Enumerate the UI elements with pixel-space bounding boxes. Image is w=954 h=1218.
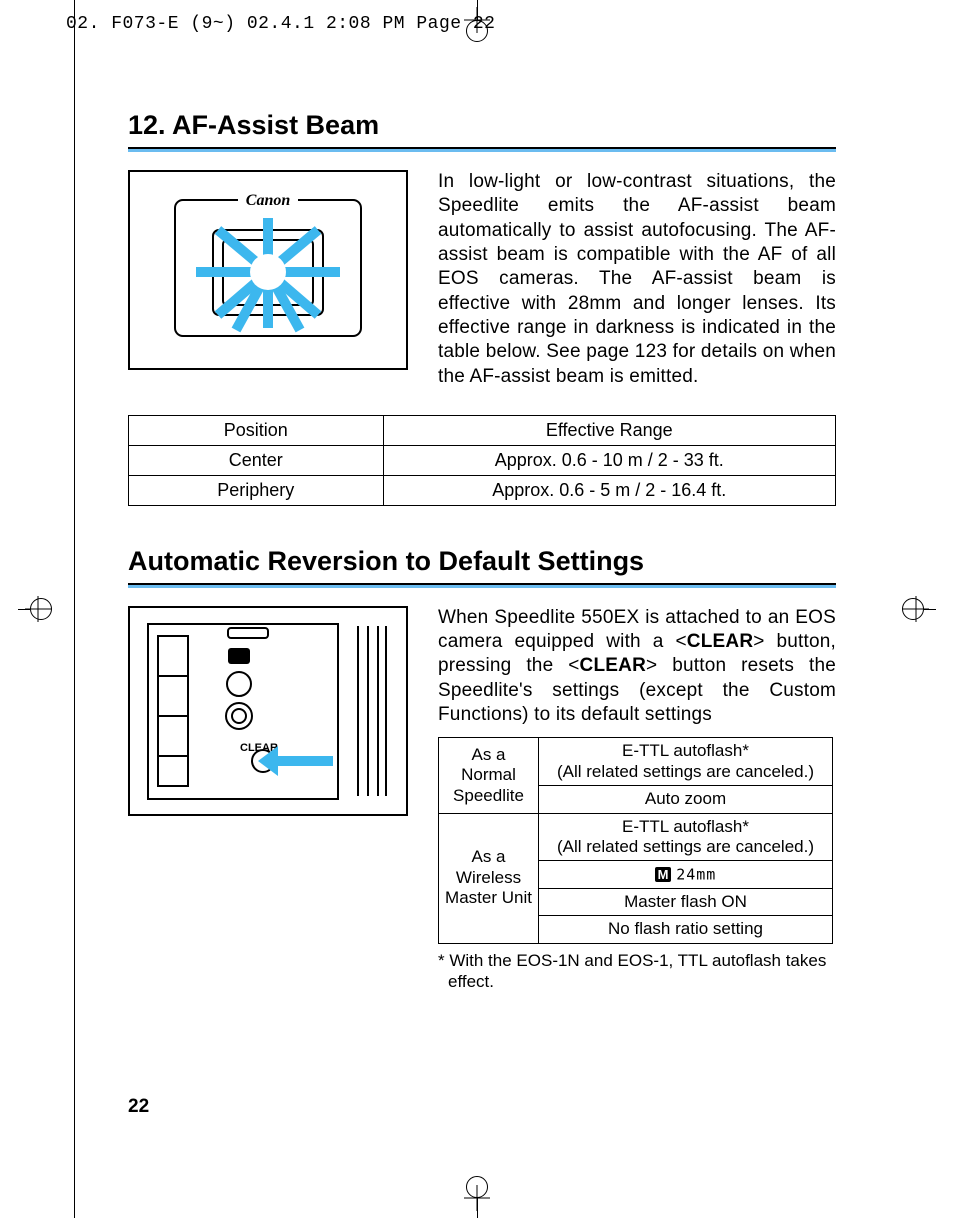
page-content: 12. AF-Assist Beam Canon bbox=[128, 110, 836, 992]
ettl-text: E-TTL autoflash* bbox=[622, 741, 749, 760]
table-row: As a Wireless Master Unit E-TTL autoflas… bbox=[439, 813, 833, 861]
crop-mark-left bbox=[18, 589, 58, 629]
cell-wireless-master: As a Wireless Master Unit bbox=[439, 813, 539, 943]
ettl-sub: (All related settings are canceled.) bbox=[557, 762, 814, 781]
section2: Automatic Reversion to Default Settings bbox=[128, 546, 836, 992]
section2-right: When Speedlite 550EX is attached to an E… bbox=[438, 606, 836, 992]
heading-rule bbox=[128, 147, 836, 152]
zoom-24mm-text: 24mm bbox=[676, 866, 716, 884]
illustration-clear-button: CLEAR bbox=[128, 606, 408, 816]
section2-body: When Speedlite 550EX is attached to an E… bbox=[438, 606, 836, 728]
canon-logo-text: Canon bbox=[246, 192, 291, 209]
af-assist-beam-diagram-icon: Canon bbox=[128, 170, 408, 370]
cell-position-periphery: Periphery bbox=[129, 475, 384, 505]
table-row: As a Normal Speedlite E-TTL autoflash* (… bbox=[439, 738, 833, 786]
cell-range-center: Approx. 0.6 - 10 m / 2 - 33 ft. bbox=[383, 445, 835, 475]
clear-text: CLEAR bbox=[687, 631, 753, 652]
default-settings-table: As a Normal Speedlite E-TTL autoflash* (… bbox=[438, 737, 833, 943]
table-row: Periphery Approx. 0.6 - 5 m / 2 - 16.4 f… bbox=[129, 475, 836, 505]
cell-range-periphery: Approx. 0.6 - 5 m / 2 - 16.4 ft. bbox=[383, 475, 835, 505]
cell-auto-zoom: Auto zoom bbox=[539, 786, 833, 813]
crop-mark-right bbox=[896, 589, 936, 629]
heading-rule bbox=[128, 583, 836, 588]
cell-normal-speedlite: As a Normal Speedlite bbox=[439, 738, 539, 813]
section2-row: CLEAR When Speedlite 550EX is attached t… bbox=[128, 606, 836, 992]
cell-ettl-normal: E-TTL autoflash* (All related settings a… bbox=[539, 738, 833, 786]
cell-master-flash-on: Master flash ON bbox=[539, 888, 833, 915]
camera-back-clear-icon: CLEAR bbox=[128, 606, 408, 816]
m-icon: M bbox=[655, 867, 672, 882]
section-heading-auto-reversion: Automatic Reversion to Default Settings bbox=[128, 546, 836, 577]
cell-position-center: Center bbox=[129, 445, 384, 475]
cell-ettl-wireless: E-TTL autoflash* (All related settings a… bbox=[539, 813, 833, 861]
illustration-af-assist: Canon bbox=[128, 170, 408, 370]
ettl-sub: (All related settings are canceled.) bbox=[557, 837, 814, 856]
table-header-position: Position bbox=[129, 415, 384, 445]
table-header-row: Position Effective Range bbox=[129, 415, 836, 445]
table-row: Center Approx. 0.6 - 10 m / 2 - 33 ft. bbox=[129, 445, 836, 475]
cell-no-flash-ratio: No flash ratio setting bbox=[539, 916, 833, 943]
table-header-range: Effective Range bbox=[383, 415, 835, 445]
ettl-text: E-TTL autoflash* bbox=[622, 817, 749, 836]
section-heading-af-assist: 12. AF-Assist Beam bbox=[128, 110, 836, 141]
section1-body: In low-light or low-contrast situations,… bbox=[438, 170, 836, 389]
clear-text: CLEAR bbox=[580, 655, 646, 676]
page-number: 22 bbox=[128, 1096, 149, 1118]
cell-m-24mm: M 24mm bbox=[539, 861, 833, 888]
footnote: * With the EOS-1N and EOS-1, TTL autofla… bbox=[438, 950, 836, 993]
section1-row: Canon In low-light or low-contrast sit bbox=[128, 170, 836, 389]
effective-range-table: Position Effective Range Center Approx. … bbox=[128, 415, 836, 506]
